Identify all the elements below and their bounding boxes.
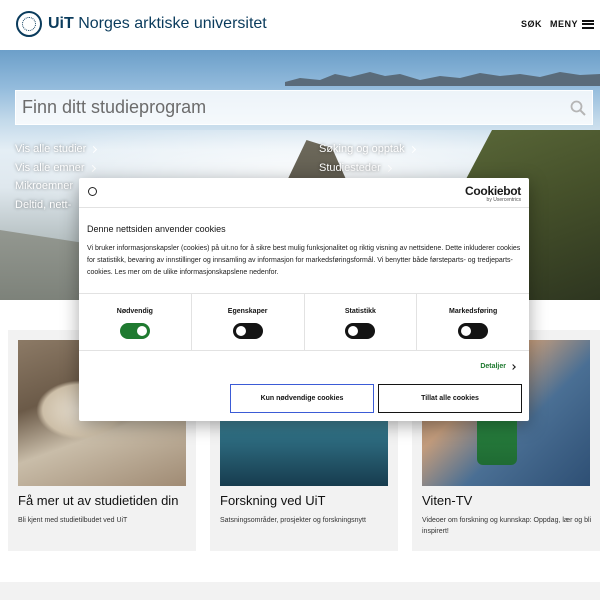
card-title: Få mer ut av studietiden din (18, 493, 179, 508)
link-part-time[interactable]: Deltid, nett- (15, 199, 71, 211)
allow-all-button[interactable]: Tillat alle cookies (378, 384, 522, 413)
hamburger-icon (582, 19, 595, 29)
site-logo-text[interactable]: UiT Norges arktiske universitet (48, 15, 267, 33)
category-label: Egenskaper (227, 308, 268, 315)
cookie-consent-dialog: Cookiebot by Usercentrics Denne nettside… (79, 178, 529, 421)
category-label: Markedsføring (449, 308, 498, 315)
toggle-necessary[interactable] (119, 323, 150, 339)
search-icon[interactable] (570, 100, 586, 116)
category-label: Statistikk (344, 308, 376, 315)
card-description: Videoer om forskning og kunnskap: Oppdag… (422, 517, 592, 535)
study-search-input[interactable] (16, 91, 556, 124)
details-link[interactable]: Detaljer (480, 363, 516, 370)
link-apply-admission[interactable]: Søking og opptak (319, 143, 416, 155)
link-all-studies[interactable]: Vis alle studier (15, 143, 98, 155)
link-label: Vis alle studier (15, 143, 87, 155)
category-statistics: Statistikk (305, 294, 418, 350)
link-label: Søking og opptak (319, 143, 405, 155)
site-header: UiT Norges arktiske universitet SØK MENY (0, 0, 600, 50)
card-title: Viten-TV (422, 493, 473, 508)
necessary-only-button[interactable]: Kun nødvendige cookies (230, 384, 374, 413)
link-all-courses[interactable]: Vis alle emner (15, 162, 96, 174)
cookiebot-logo[interactable]: Cookiebot by Usercentrics (465, 184, 521, 203)
card-description: Bli kjent med studietilbudet ved UiT (18, 517, 128, 524)
logo-name: Norges arktiske universitet (73, 15, 267, 32)
chevron-right-icon (384, 164, 392, 172)
category-marketing: Markedsføring (417, 294, 529, 350)
cookie-description: Vi bruker informasjonskapsler (cookies) … (87, 245, 521, 276)
chevron-right-icon (408, 145, 416, 153)
link-label: Vis alle emner (15, 162, 85, 174)
uit-seal-icon[interactable] (16, 11, 42, 37)
link-label: Deltid, nett- (15, 199, 72, 211)
logo-abbr: UiT (48, 15, 74, 32)
cookie-categories: Nødvendig Egenskaper Statistikk Markedsf… (79, 293, 529, 351)
study-search (15, 90, 593, 125)
toggle-preferences[interactable] (232, 323, 263, 339)
toggle-statistics[interactable] (345, 323, 376, 339)
toggle-marketing[interactable] (458, 323, 489, 339)
chevron-right-icon (510, 363, 516, 370)
page-bottom-section (0, 582, 600, 600)
cookie-title: Denne nettsiden anvender cookies (87, 224, 226, 234)
chevron-right-icon (90, 145, 98, 153)
link-label: Mikroemner (15, 180, 74, 192)
card-description: Satsningsområder, prosjekter og forsknin… (220, 517, 366, 524)
link-micro-courses[interactable]: Mikroemner (15, 180, 73, 192)
link-label: Studiesteder (319, 162, 381, 174)
header-search-link[interactable]: SØK (521, 19, 542, 29)
category-necessary: Nødvendig (79, 294, 192, 350)
link-campuses[interactable]: Studiesteder (319, 162, 392, 174)
header-menu-button[interactable]: MENY (550, 19, 595, 29)
card-title: Forskning ved UiT (220, 493, 326, 508)
distant-mountains (285, 72, 600, 86)
cookie-badge-icon (88, 187, 97, 196)
details-label: Detaljer (480, 363, 506, 370)
chevron-right-icon (88, 164, 96, 172)
category-label: Nødvendig (116, 308, 153, 315)
category-preferences: Egenskaper (192, 294, 305, 350)
menu-label: MENY (550, 19, 579, 29)
divider (79, 207, 529, 208)
cookiebot-name: Cookiebot (465, 184, 521, 198)
